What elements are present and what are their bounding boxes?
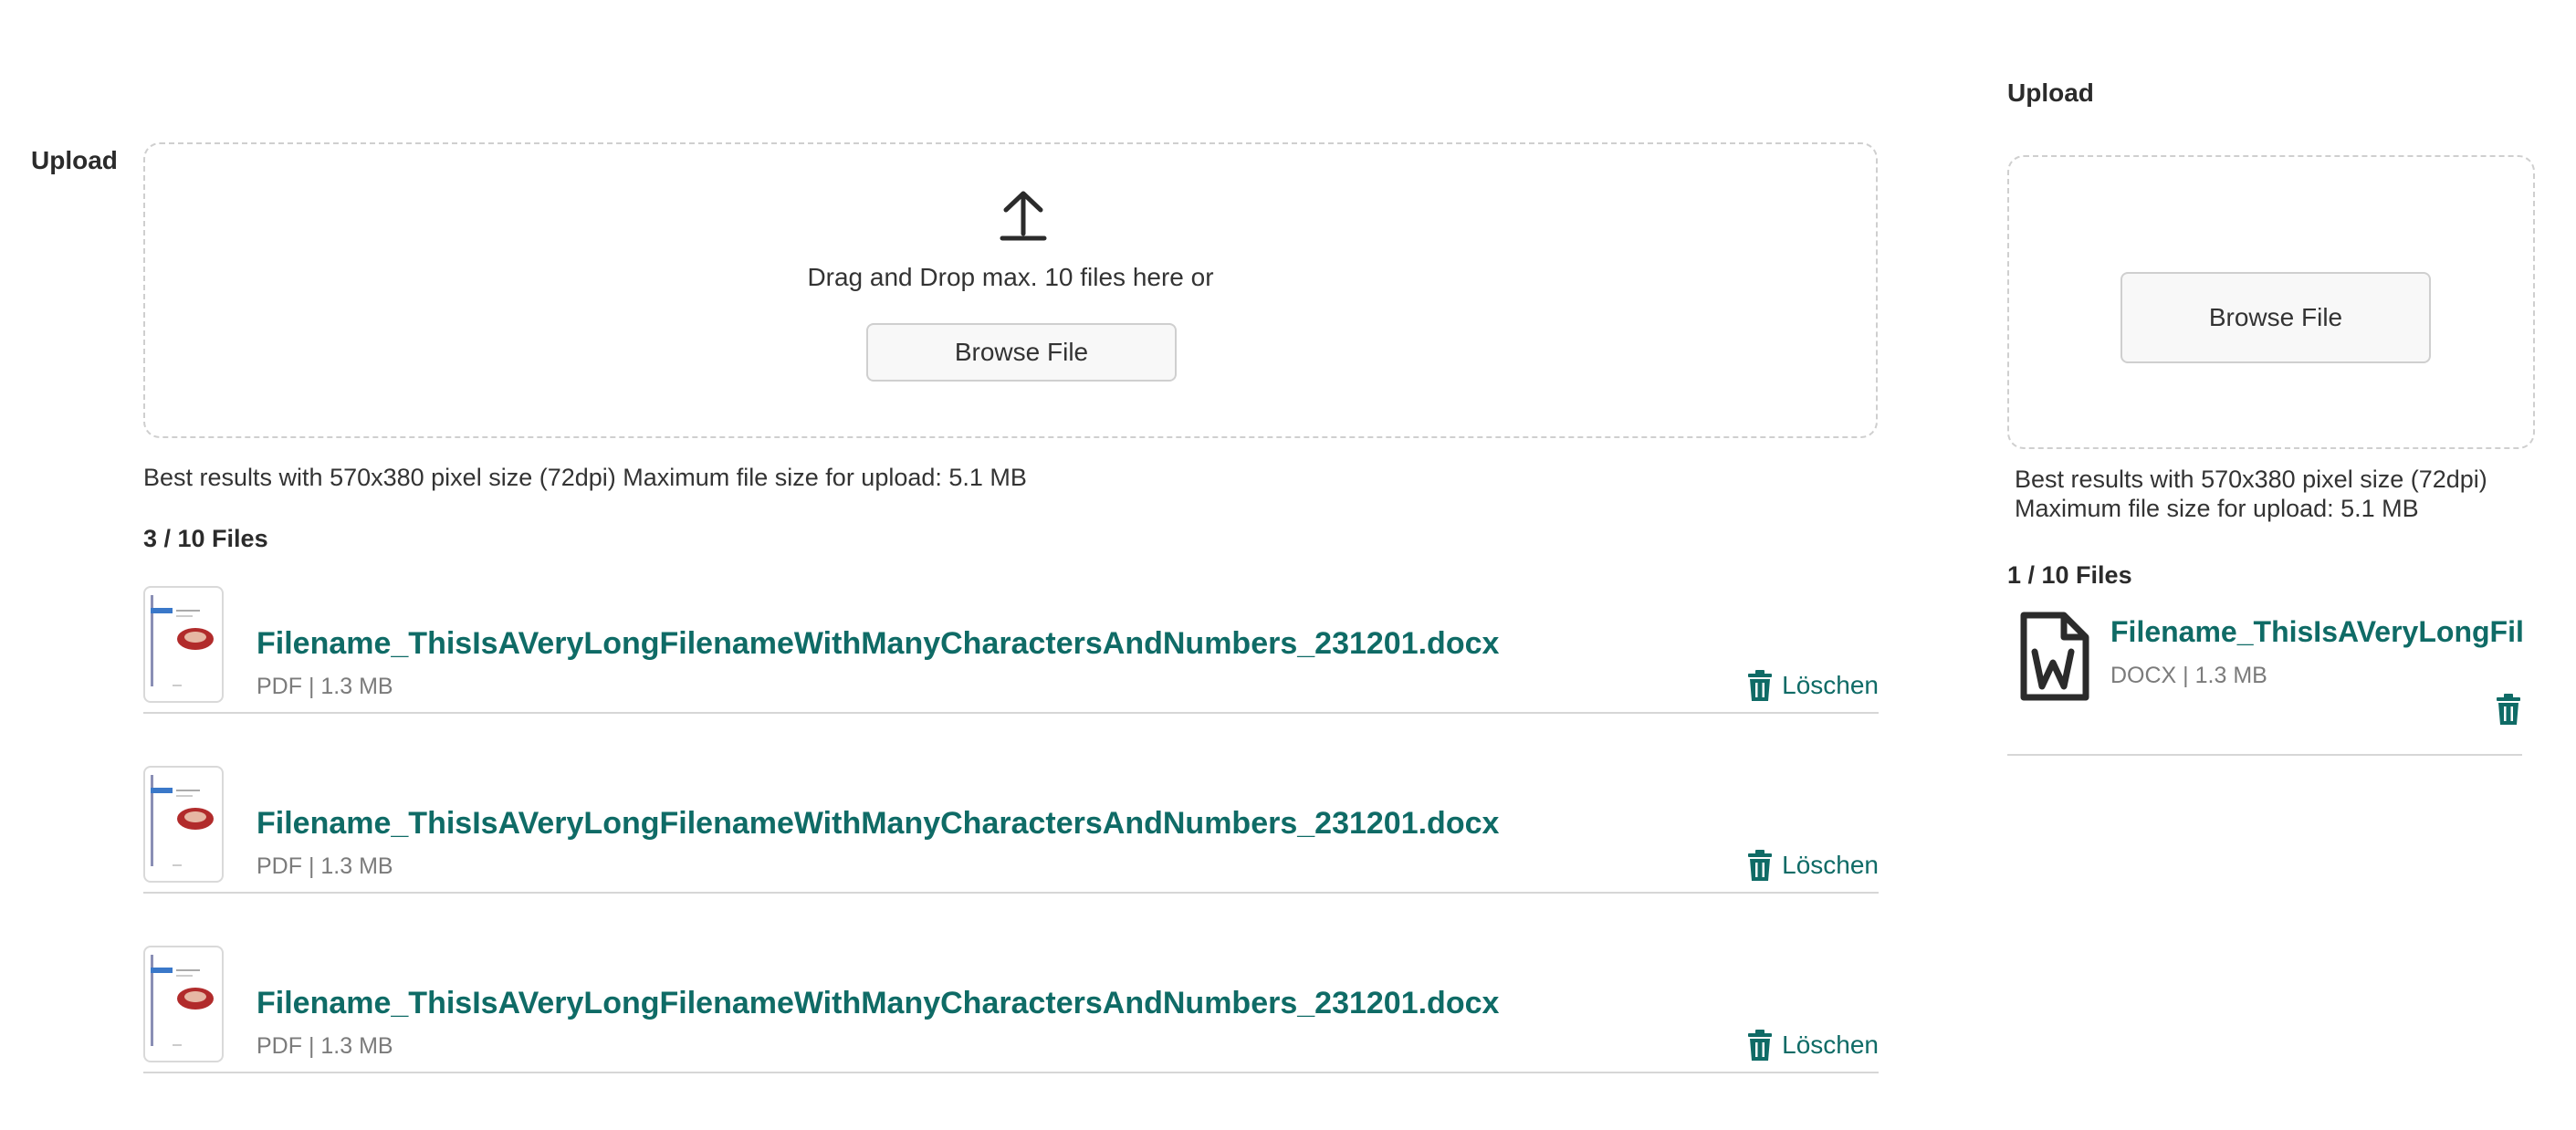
delete-button[interactable]: Löschen [1747,850,1879,881]
file-meta-narrow: DOCX | 1.3 MB [2110,663,2267,688]
file-name-link[interactable]: Filename_ThisIsAVeryLongFilenameWithMany… [257,986,1499,1021]
file-meta: PDF | 1.3 MB [257,1033,393,1059]
file-thumbnail [143,766,224,883]
word-document-icon [2018,612,2089,701]
trash-icon [1748,850,1773,881]
upload-hint: Best results with 570x380 pixel size (72… [143,464,1027,491]
trash-icon [2497,694,2520,725]
browse-file-button[interactable]: Browse File [866,323,1177,382]
file-row-narrow: Filename_ThisIsAVeryLongFil DOCX | 1.3 M… [2007,606,2522,756]
file-meta: PDF | 1.3 MB [257,674,393,699]
delete-button[interactable]: Löschen [1747,1030,1879,1061]
file-name-link-narrow[interactable]: Filename_ThisIsAVeryLongFil [2110,615,2522,649]
delete-label: Löschen [1782,1031,1879,1059]
upload-hint-narrow: Best results with 570x380 pixel size (72… [2015,465,2487,523]
upload-label-narrow: Upload [2007,78,2094,107]
delete-label: Löschen [1782,671,1879,699]
delete-button-narrow[interactable] [2496,694,2521,729]
file-name-link[interactable]: Filename_ThisIsAVeryLongFilenameWithMany… [257,806,1499,842]
file-name-link[interactable]: Filename_ThisIsAVeryLongFilenameWithMany… [257,626,1499,662]
delete-label: Löschen [1782,851,1879,879]
file-row: Filename_ThisIsAVeryLongFilenameWithMany… [143,766,1879,894]
file-meta: PDF | 1.3 MB [257,853,393,879]
upload-hint-line2: Maximum file size for upload: 5.1 MB [2015,495,2419,522]
file-row: Filename_ThisIsAVeryLongFilenameWithMany… [143,586,1879,714]
files-count-narrow: 1 / 10 Files [2007,561,2132,589]
upload-arrow-icon [999,186,1048,241]
upload-label: Upload [31,146,118,174]
file-thumbnail [143,586,224,703]
upload-hint-line1: Best results with 570x380 pixel size (72… [2015,466,2487,493]
delete-button[interactable]: Löschen [1747,670,1879,701]
browse-file-button-narrow[interactable]: Browse File [2120,272,2431,363]
upload-dropzone[interactable]: Drag and Drop max. 10 files here or Brow… [143,142,1878,438]
file-row: Filename_ThisIsAVeryLongFilenameWithMany… [143,946,1879,1073]
trash-icon [1748,1030,1773,1061]
files-count: 3 / 10 Files [143,525,268,552]
dropzone-instructions: Drag and Drop max. 10 files here or [807,263,1214,291]
upload-dropzone-narrow[interactable]: Browse File [2007,155,2535,449]
trash-icon [1748,670,1773,701]
file-thumbnail [143,946,224,1062]
